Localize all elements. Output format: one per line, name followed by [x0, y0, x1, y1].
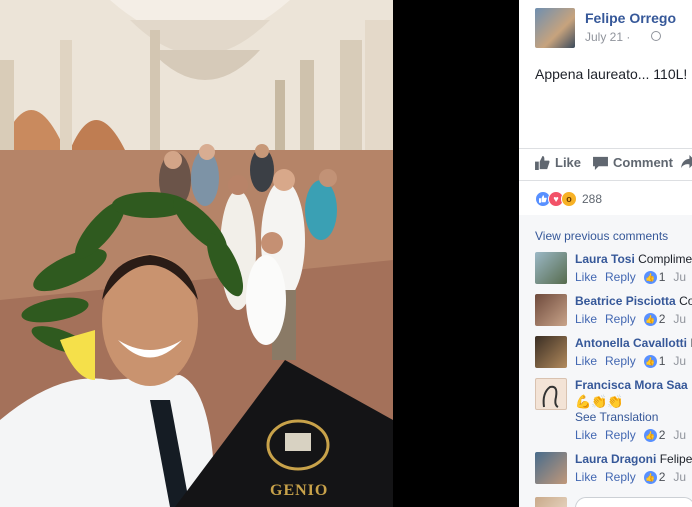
- comment-author[interactable]: Laura Tosi Complime: [575, 252, 692, 266]
- like-label: Like: [555, 155, 582, 170]
- comment-like-link[interactable]: Like: [575, 470, 597, 484]
- comment-timestamp[interactable]: Ju: [673, 470, 686, 484]
- photo-background: [393, 0, 519, 507]
- globe-icon: [651, 31, 661, 41]
- comment-actions: Like Reply 👍 2 Ju: [575, 428, 686, 442]
- comment-button[interactable]: Comment: [593, 155, 673, 170]
- commenter-avatar[interactable]: [535, 452, 567, 484]
- post-photo[interactable]: GENIO: [0, 0, 393, 507]
- commenter-avatar[interactable]: [535, 378, 567, 410]
- thumbs-up-icon: 👍: [643, 312, 657, 326]
- comment-timestamp[interactable]: Ju: [673, 428, 686, 442]
- commenter-avatar[interactable]: [535, 252, 567, 284]
- comment-like-count[interactable]: 👍 2: [643, 428, 665, 442]
- thumbs-up-icon: 👍: [643, 354, 657, 368]
- comment-author[interactable]: Beatrice Pisciotta Co: [575, 294, 692, 308]
- post-side-panel: Felipe Orrego July 21 · Appena laureato.…: [519, 0, 692, 507]
- comment-like-count[interactable]: 👍 2: [643, 470, 665, 484]
- comment-like-count[interactable]: 👍 2: [643, 312, 665, 326]
- see-translation-link[interactable]: See Translation: [575, 410, 658, 424]
- comment-item: Laura Dragoni Felipe Like Reply 👍 2 Ju: [535, 452, 692, 492]
- comment-label: Comment: [613, 155, 673, 170]
- divider: [519, 180, 692, 181]
- comment-reply-link[interactable]: Reply: [605, 428, 636, 442]
- comment-reply-link[interactable]: Reply: [605, 354, 636, 368]
- thumbs-up-icon: [535, 155, 550, 170]
- comment-bubble-icon: [593, 156, 608, 170]
- thumbs-up-icon: 👍: [643, 428, 657, 442]
- comment-like-count[interactable]: 👍 1: [643, 270, 665, 284]
- divider: [519, 148, 692, 149]
- comment-author[interactable]: Francisca Mora Saa: [575, 378, 688, 392]
- comment-timestamp[interactable]: Ju: [673, 312, 686, 326]
- comment-emoji: 💪👏👏: [575, 394, 624, 409]
- comment-like-link[interactable]: Like: [575, 270, 597, 284]
- comment-text: Complime: [638, 252, 692, 266]
- current-user-avatar: [535, 497, 567, 507]
- comment-author[interactable]: Antonella Cavallotti I: [575, 336, 692, 350]
- post-header: Felipe Orrego July 21 ·: [535, 8, 692, 48]
- commenter-avatar[interactable]: [535, 336, 567, 368]
- comment-actions: Like Reply 👍 2 Ju: [575, 312, 686, 326]
- photo-illustration: [0, 0, 393, 507]
- comment-item: Francisca Mora Saa 💪👏👏 See Translation L…: [535, 378, 692, 442]
- wow-reaction-icon: o: [561, 191, 577, 207]
- comment-item: Antonella Cavallotti I Like Reply 👍1 Ju: [535, 336, 692, 376]
- comment-author[interactable]: Laura Dragoni Felipe: [575, 452, 692, 466]
- comment-item: Beatrice Pisciotta Co Like Reply 👍 2 Ju: [535, 294, 692, 334]
- comment-text: Co: [679, 294, 692, 308]
- comment-like-link[interactable]: Like: [575, 354, 597, 368]
- commenter-avatar[interactable]: [535, 294, 567, 326]
- comment-item: Laura Tosi Complime Like Reply 👍 1 Ju: [535, 252, 692, 292]
- thumbs-up-icon: 👍: [643, 270, 657, 284]
- post-caption: Appena laureato... 110L!: [535, 66, 688, 82]
- comment-like-count[interactable]: 👍 1: [643, 354, 665, 368]
- author-avatar[interactable]: [535, 8, 575, 48]
- share-button[interactable]: [681, 155, 692, 169]
- view-previous-comments-link[interactable]: View previous comments: [535, 229, 668, 243]
- author-name-link[interactable]: Felipe Orrego: [585, 10, 676, 26]
- comment-actions: Like Reply 👍 2 Ju: [575, 470, 686, 484]
- reactions-summary[interactable]: ♥ o 288: [535, 190, 602, 208]
- comment-reply-link[interactable]: Reply: [605, 312, 636, 326]
- comment-actions: Like Reply 👍 1 Ju: [575, 354, 686, 368]
- comment-timestamp[interactable]: Ju: [673, 354, 686, 368]
- like-button[interactable]: Like: [535, 155, 581, 170]
- comment-like-link[interactable]: Like: [575, 428, 597, 442]
- thumbs-up-icon: 👍: [643, 470, 657, 484]
- comment-text: Felipe: [659, 452, 692, 466]
- post-timestamp[interactable]: July 21 ·: [585, 30, 630, 44]
- folder-label: GENIO: [270, 482, 329, 499]
- reaction-count: 288: [582, 192, 603, 206]
- comment-input[interactable]: [575, 497, 692, 507]
- share-arrow-icon: [681, 155, 692, 169]
- comment-like-link[interactable]: Like: [575, 312, 597, 326]
- comment-actions: Like Reply 👍 1 Ju: [575, 270, 686, 284]
- comment-timestamp[interactable]: Ju: [673, 270, 686, 284]
- comment-reply-link[interactable]: Reply: [605, 470, 636, 484]
- comment-reply-link[interactable]: Reply: [605, 270, 636, 284]
